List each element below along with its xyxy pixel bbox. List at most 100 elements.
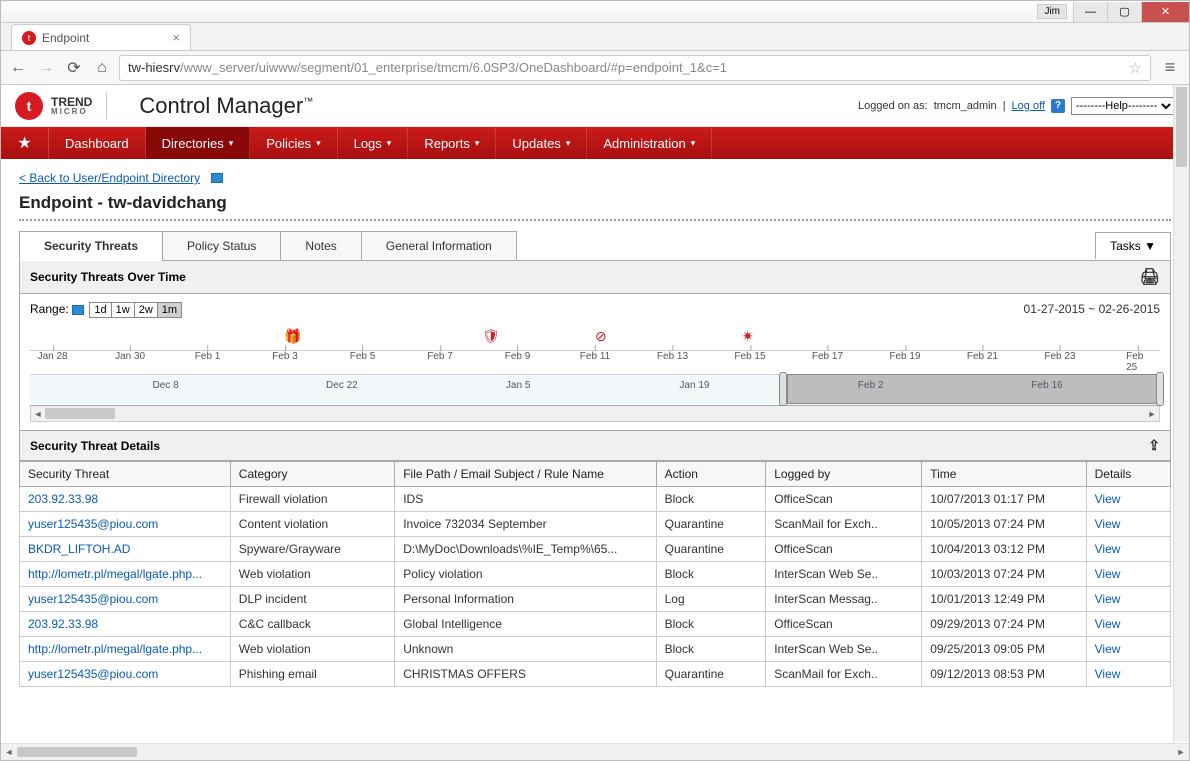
threat-link[interactable]: 203.92.33.98	[20, 487, 231, 512]
view-link[interactable]: View	[1086, 587, 1170, 612]
column-header[interactable]: File Path / Email Subject / Rule Name	[395, 462, 656, 487]
threat-link[interactable]: yuser125435@piou.com	[20, 587, 231, 612]
column-header[interactable]: Security Threat	[20, 462, 231, 487]
tasks-dropdown-button[interactable]: Tasks ▼	[1095, 232, 1171, 259]
scroll-thumb[interactable]	[17, 747, 137, 757]
window-minimize-button[interactable]: —	[1073, 2, 1107, 22]
bookmark-star-icon[interactable]: ☆	[1129, 59, 1142, 77]
tab-general-information[interactable]: General Information	[361, 231, 517, 260]
favorites-star-icon[interactable]: ★	[1, 127, 49, 159]
window-maximize-button[interactable]: ▢	[1107, 2, 1141, 22]
annotation-badge-icon	[211, 173, 223, 183]
cell: Quarantine	[656, 537, 766, 562]
print-icon[interactable]: 🖨	[1140, 267, 1160, 287]
browser-tab[interactable]: t Endpoint ×	[11, 24, 191, 50]
help-icon[interactable]: ?	[1051, 99, 1065, 113]
column-header[interactable]: Logged by	[766, 462, 922, 487]
alert-icon[interactable]: ⊘	[595, 328, 607, 345]
divider	[106, 92, 107, 120]
range-1w[interactable]: 1w	[112, 303, 135, 317]
column-header[interactable]: Details	[1086, 462, 1170, 487]
scroll-right-icon[interactable]: ►	[1145, 406, 1159, 421]
cell: DLP incident	[230, 587, 394, 612]
overview-selection[interactable]	[787, 374, 1160, 404]
chrome-menu-button[interactable]: ≡	[1157, 55, 1183, 81]
timeline-tick: Feb 5	[350, 351, 376, 362]
forward-button[interactable]: →	[35, 57, 57, 79]
overview-tick: Feb 16	[1031, 380, 1062, 391]
window-hscrollbar[interactable]: ◄ ►	[1, 743, 1189, 760]
back-button[interactable]: ←	[7, 57, 29, 79]
selection-handle-right[interactable]	[1156, 372, 1164, 406]
menu-item-dashboard[interactable]: Dashboard	[49, 127, 146, 159]
overtime-panel-header: Security Threats Over Time 🖨	[19, 261, 1171, 294]
scroll-right-icon[interactable]: ►	[1173, 744, 1189, 760]
timeline-tick: Feb 19	[889, 351, 920, 362]
timeline-hscrollbar[interactable]: ◄ ►	[30, 406, 1160, 422]
view-link[interactable]: View	[1086, 612, 1170, 637]
cell: Global Intelligence	[395, 612, 656, 637]
column-header[interactable]: Action	[656, 462, 766, 487]
tab-policy-status[interactable]: Policy Status	[162, 231, 281, 260]
timeline-tick: Feb 9	[505, 351, 531, 362]
home-button[interactable]: ⌂	[91, 57, 113, 79]
tab-close-icon[interactable]: ×	[172, 30, 180, 45]
menu-item-directories[interactable]: Directories ▾	[146, 127, 251, 159]
timeline-tick: Feb 17	[812, 351, 843, 362]
menu-item-updates[interactable]: Updates ▾	[496, 127, 587, 159]
threat-link[interactable]: yuser125435@piou.com	[20, 512, 231, 537]
threat-link[interactable]: http://lometr.pl/megal/lgate.php...	[20, 637, 231, 662]
back-to-directory-link[interactable]: < Back to User/Endpoint Directory	[19, 171, 200, 185]
view-link[interactable]: View	[1086, 637, 1170, 662]
timeline-tick: Feb 25	[1126, 351, 1149, 373]
view-link[interactable]: View	[1086, 537, 1170, 562]
timeline-tick: Feb 23	[1044, 351, 1075, 362]
threat-link[interactable]: BKDR_LIFTOH.AD	[20, 537, 231, 562]
scroll-left-icon[interactable]: ◄	[31, 406, 45, 421]
menu-item-policies[interactable]: Policies ▾	[250, 127, 337, 159]
cell: Phishing email	[230, 662, 394, 687]
threat-link[interactable]: 203.92.33.98	[20, 612, 231, 637]
menu-item-administration[interactable]: Administration ▾	[587, 127, 712, 159]
page-vscrollbar[interactable]	[1173, 85, 1189, 742]
threat-link[interactable]: http://lometr.pl/megal/lgate.php...	[20, 562, 231, 587]
address-bar[interactable]: tw-hiesrv/www_server/uiwww/segment/01_en…	[119, 55, 1151, 81]
scroll-thumb[interactable]	[45, 408, 115, 419]
view-link[interactable]: View	[1086, 512, 1170, 537]
cell: Block	[656, 562, 766, 587]
cell: Web violation	[230, 637, 394, 662]
overtime-panel-body: Range: 1d1w2w1m 01-27-2015 ~ 02-26-2015 …	[19, 294, 1171, 431]
gift-icon[interactable]: 🎁	[284, 328, 301, 345]
export-icon[interactable]: ⇪	[1148, 437, 1160, 454]
cell: InterScan Web Se..	[766, 562, 922, 587]
logoff-link[interactable]: Log off	[1012, 100, 1045, 112]
cell: OfficeScan	[766, 612, 922, 637]
overview-tick: Feb 2	[858, 380, 884, 391]
scroll-left-icon[interactable]: ◄	[1, 744, 17, 760]
help-select[interactable]: --------Help--------	[1071, 97, 1175, 115]
view-link[interactable]: View	[1086, 487, 1170, 512]
shield-icon[interactable]: 🛡	[482, 328, 500, 345]
cell: OfficeScan	[766, 537, 922, 562]
column-header[interactable]: Time	[922, 462, 1086, 487]
range-2w[interactable]: 2w	[135, 303, 158, 317]
range-1m[interactable]: 1m	[158, 303, 181, 317]
view-link[interactable]: View	[1086, 662, 1170, 687]
view-link[interactable]: View	[1086, 562, 1170, 587]
cell: Personal Information	[395, 587, 656, 612]
cell: Spyware/Grayware	[230, 537, 394, 562]
range-1d[interactable]: 1d	[90, 303, 111, 317]
date-range-text: 01-27-2015 ~ 02-26-2015	[1024, 302, 1160, 316]
selection-handle-left[interactable]	[779, 372, 787, 406]
cell: Content violation	[230, 512, 394, 537]
window-close-button[interactable]: ✕	[1141, 2, 1189, 22]
tab-security-threats[interactable]: Security Threats	[19, 231, 163, 260]
reload-button[interactable]: ⟳	[63, 57, 85, 79]
menu-item-reports[interactable]: Reports ▾	[408, 127, 496, 159]
tab-notes[interactable]: Notes	[280, 231, 361, 260]
column-header[interactable]: Category	[230, 462, 394, 487]
threat-link[interactable]: yuser125435@piou.com	[20, 662, 231, 687]
scroll-thumb[interactable]	[1176, 87, 1187, 167]
burst-icon[interactable]: ✷	[742, 328, 754, 345]
menu-item-logs[interactable]: Logs ▾	[338, 127, 409, 159]
